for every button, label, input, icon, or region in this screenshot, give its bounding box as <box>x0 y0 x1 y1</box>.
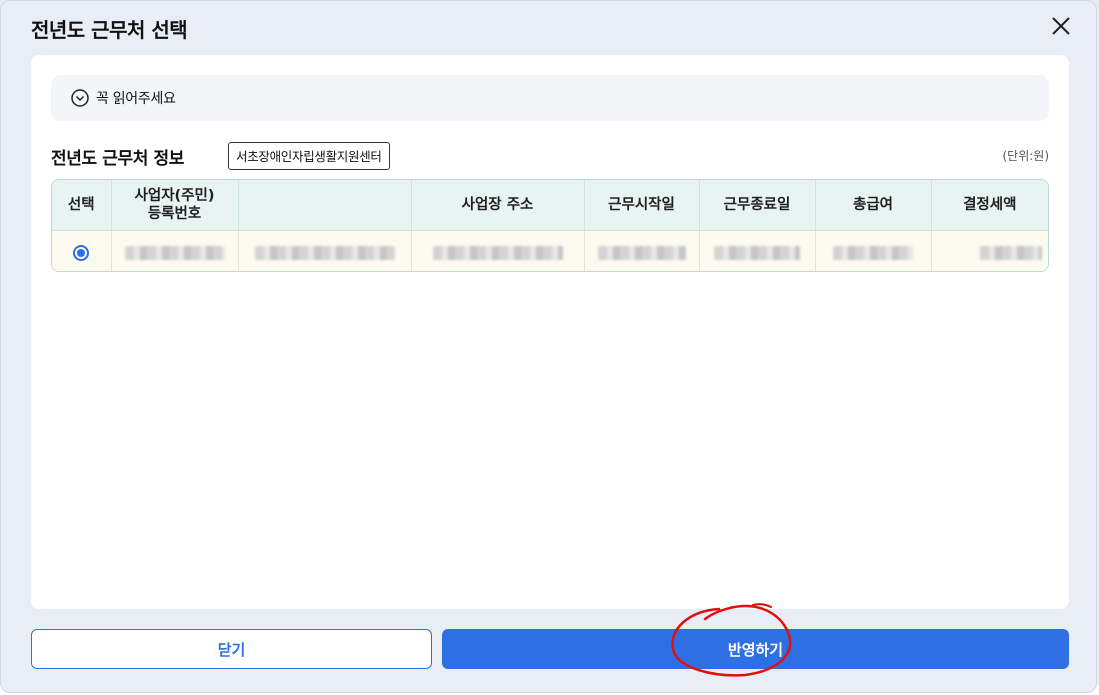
select-radio[interactable] <box>73 244 90 261</box>
modal-title: 전년도 근무처 선택 <box>31 18 188 42</box>
redacted-value <box>432 245 563 260</box>
tax-cell <box>931 230 1048 271</box>
header-total-salary: 총급여 <box>815 180 932 231</box>
close-button[interactable] <box>1046 11 1076 41</box>
header-business-number: 사업자(주민) 등록번호 <box>111 180 239 231</box>
company-name-cell <box>238 230 412 271</box>
unit-label: (단위:원) <box>1002 149 1049 163</box>
close-dialog-button[interactable]: 닫기 <box>31 629 432 669</box>
section-title: 전년도 근무처 정보 <box>51 149 184 169</box>
chevron-down-circle-icon <box>71 89 89 107</box>
header-address: 사업장 주소 <box>411 180 585 231</box>
header-tax: 결정세액 <box>931 180 1048 231</box>
start-date-cell <box>584 230 700 271</box>
end-date-cell <box>699 230 816 271</box>
business-number-cell <box>111 230 239 271</box>
apply-button[interactable]: 반영하기 <box>442 629 1069 669</box>
table-row[interactable] <box>52 230 1048 271</box>
select-cell <box>52 230 112 271</box>
modal-content: 꼭 읽어주세요 전년도 근무처 정보 (단위:원) 선택 사업자(주민) 등록번호… <box>31 55 1069 609</box>
redacted-value <box>124 245 225 260</box>
redacted-value <box>597 245 686 260</box>
workplace-table: 선택 사업자(주민) 등록번호 사업장 주소 근무시작일 근무종료일 총급여 결정… <box>51 179 1049 272</box>
notice-toggle[interactable]: 꼭 읽어주세요 <box>51 75 1049 121</box>
redacted-value <box>254 245 395 260</box>
header-start-date: 근무시작일 <box>584 180 700 231</box>
header-select: 선택 <box>52 180 112 231</box>
redacted-value <box>980 245 1042 260</box>
total-salary-cell <box>815 230 932 271</box>
redacted-value <box>833 245 913 260</box>
modal-dialog: 전년도 근무처 선택 꼭 읽어주세요 전년도 근무처 정보 (단위:원) 선택 … <box>0 0 1097 693</box>
header-company-name <box>238 180 412 231</box>
company-name-tooltip: 서초장애인자립생활지원센터 <box>228 142 390 170</box>
close-icon <box>1052 17 1070 35</box>
redacted-value <box>714 245 800 260</box>
header-business-number-label: 사업자(주민) 등록번호 <box>134 188 215 222</box>
header-end-date: 근무종료일 <box>699 180 816 231</box>
notice-label: 꼭 읽어주세요 <box>96 91 176 107</box>
address-cell <box>411 230 585 271</box>
